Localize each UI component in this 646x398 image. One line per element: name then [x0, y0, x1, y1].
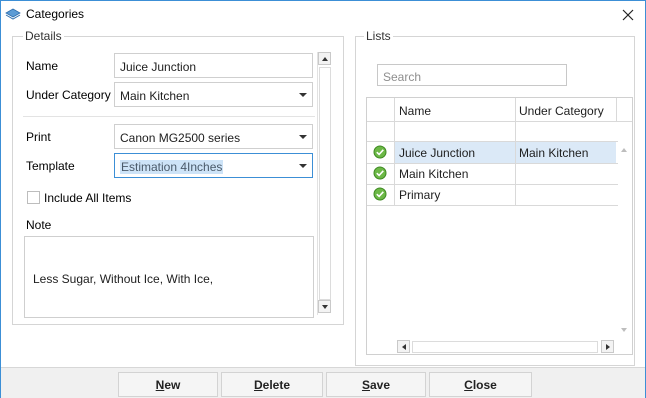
note-textarea[interactable]: Less Sugar, Without Ice, With Ice, — [24, 236, 314, 318]
name-input[interactable]: Juice Junction — [114, 53, 313, 78]
row-1-name[interactable]: Juice Junction — [399, 146, 475, 160]
scroll-left-button[interactable] — [397, 340, 410, 353]
arrow-left-icon — [401, 343, 406, 350]
save-button[interactable]: Save — [326, 372, 426, 397]
search-input[interactable]: Search — [377, 64, 567, 86]
arrow-up-icon — [321, 56, 328, 61]
row-2-name[interactable]: Main Kitchen — [399, 167, 468, 181]
print-value: Canon MG2500 series — [120, 131, 241, 145]
column-divider — [616, 98, 617, 122]
details-divider — [23, 116, 315, 117]
column-divider — [515, 98, 516, 205]
app-icon — [5, 8, 21, 20]
template-value: Estimation 4Inches — [120, 160, 224, 174]
scroll-right-button[interactable] — [601, 340, 614, 353]
under-category-select[interactable]: Main Kitchen — [114, 82, 313, 107]
column-header-under-category[interactable]: Under Category — [519, 104, 604, 118]
scroll-down-button[interactable] — [318, 300, 331, 313]
under-category-value: Main Kitchen — [120, 89, 190, 103]
chevron-down-icon — [299, 93, 307, 97]
template-label: Template — [26, 159, 75, 173]
name-label: Name — [26, 59, 59, 73]
grid-vscroll[interactable] — [618, 142, 632, 338]
print-label: Print — [26, 130, 51, 144]
details-legend: Details — [23, 29, 64, 43]
check-circle-icon — [373, 145, 387, 159]
lists-legend: Lists — [364, 29, 393, 43]
check-circle-icon — [373, 187, 387, 201]
under-category-label: Under Category — [26, 88, 111, 102]
close-icon — [622, 9, 634, 21]
name-input-value: Juice Junction — [120, 60, 197, 74]
chevron-down-icon — [299, 164, 307, 168]
column-divider — [394, 98, 395, 205]
row-divider — [367, 163, 618, 164]
arrow-down-icon — [621, 328, 627, 332]
window-title: Categories — [26, 7, 85, 21]
include-all-checkbox[interactable] — [27, 191, 40, 204]
chevron-down-icon — [299, 135, 307, 139]
categories-grid[interactable]: Name Under Category Juice Junction Main … — [366, 97, 633, 355]
grid-hscroll[interactable] — [395, 340, 617, 354]
note-value: Less Sugar, Without Ice, With Ice, — [33, 272, 214, 286]
scroll-thumb[interactable] — [319, 67, 331, 300]
template-select[interactable]: Estimation 4Inches — [114, 153, 313, 178]
close-button[interactable]: Close — [429, 372, 532, 397]
hscroll-thumb[interactable] — [412, 341, 598, 353]
arrow-up-icon — [621, 148, 627, 152]
check-circle-icon — [373, 166, 387, 180]
print-select[interactable]: Canon MG2500 series — [114, 124, 313, 149]
include-all-label[interactable]: Include All Items — [44, 191, 131, 205]
row-3-name[interactable]: Primary — [399, 188, 440, 202]
grid-scroll-down[interactable] — [621, 328, 627, 332]
categories-window: Categories Details Name Juice Junction U… — [0, 0, 646, 398]
delete-button[interactable]: Delete — [221, 372, 323, 397]
column-header-name[interactable]: Name — [399, 104, 431, 118]
details-scrollbar[interactable] — [317, 52, 332, 315]
close-window-button[interactable] — [617, 4, 639, 26]
row-divider — [367, 205, 618, 206]
arrow-right-icon — [605, 343, 610, 350]
search-placeholder: Search — [383, 70, 422, 84]
button-bar: New Delete Save Close — [1, 367, 645, 398]
row-1-under-category[interactable]: Main Kitchen — [519, 146, 588, 160]
new-button[interactable]: New — [118, 372, 218, 397]
title-bar: Categories — [1, 1, 645, 29]
arrow-down-icon — [321, 304, 328, 309]
scroll-up-button[interactable] — [318, 52, 331, 65]
note-label: Note — [26, 218, 52, 232]
grid-scroll-up[interactable] — [621, 148, 627, 152]
row-divider — [367, 184, 618, 185]
